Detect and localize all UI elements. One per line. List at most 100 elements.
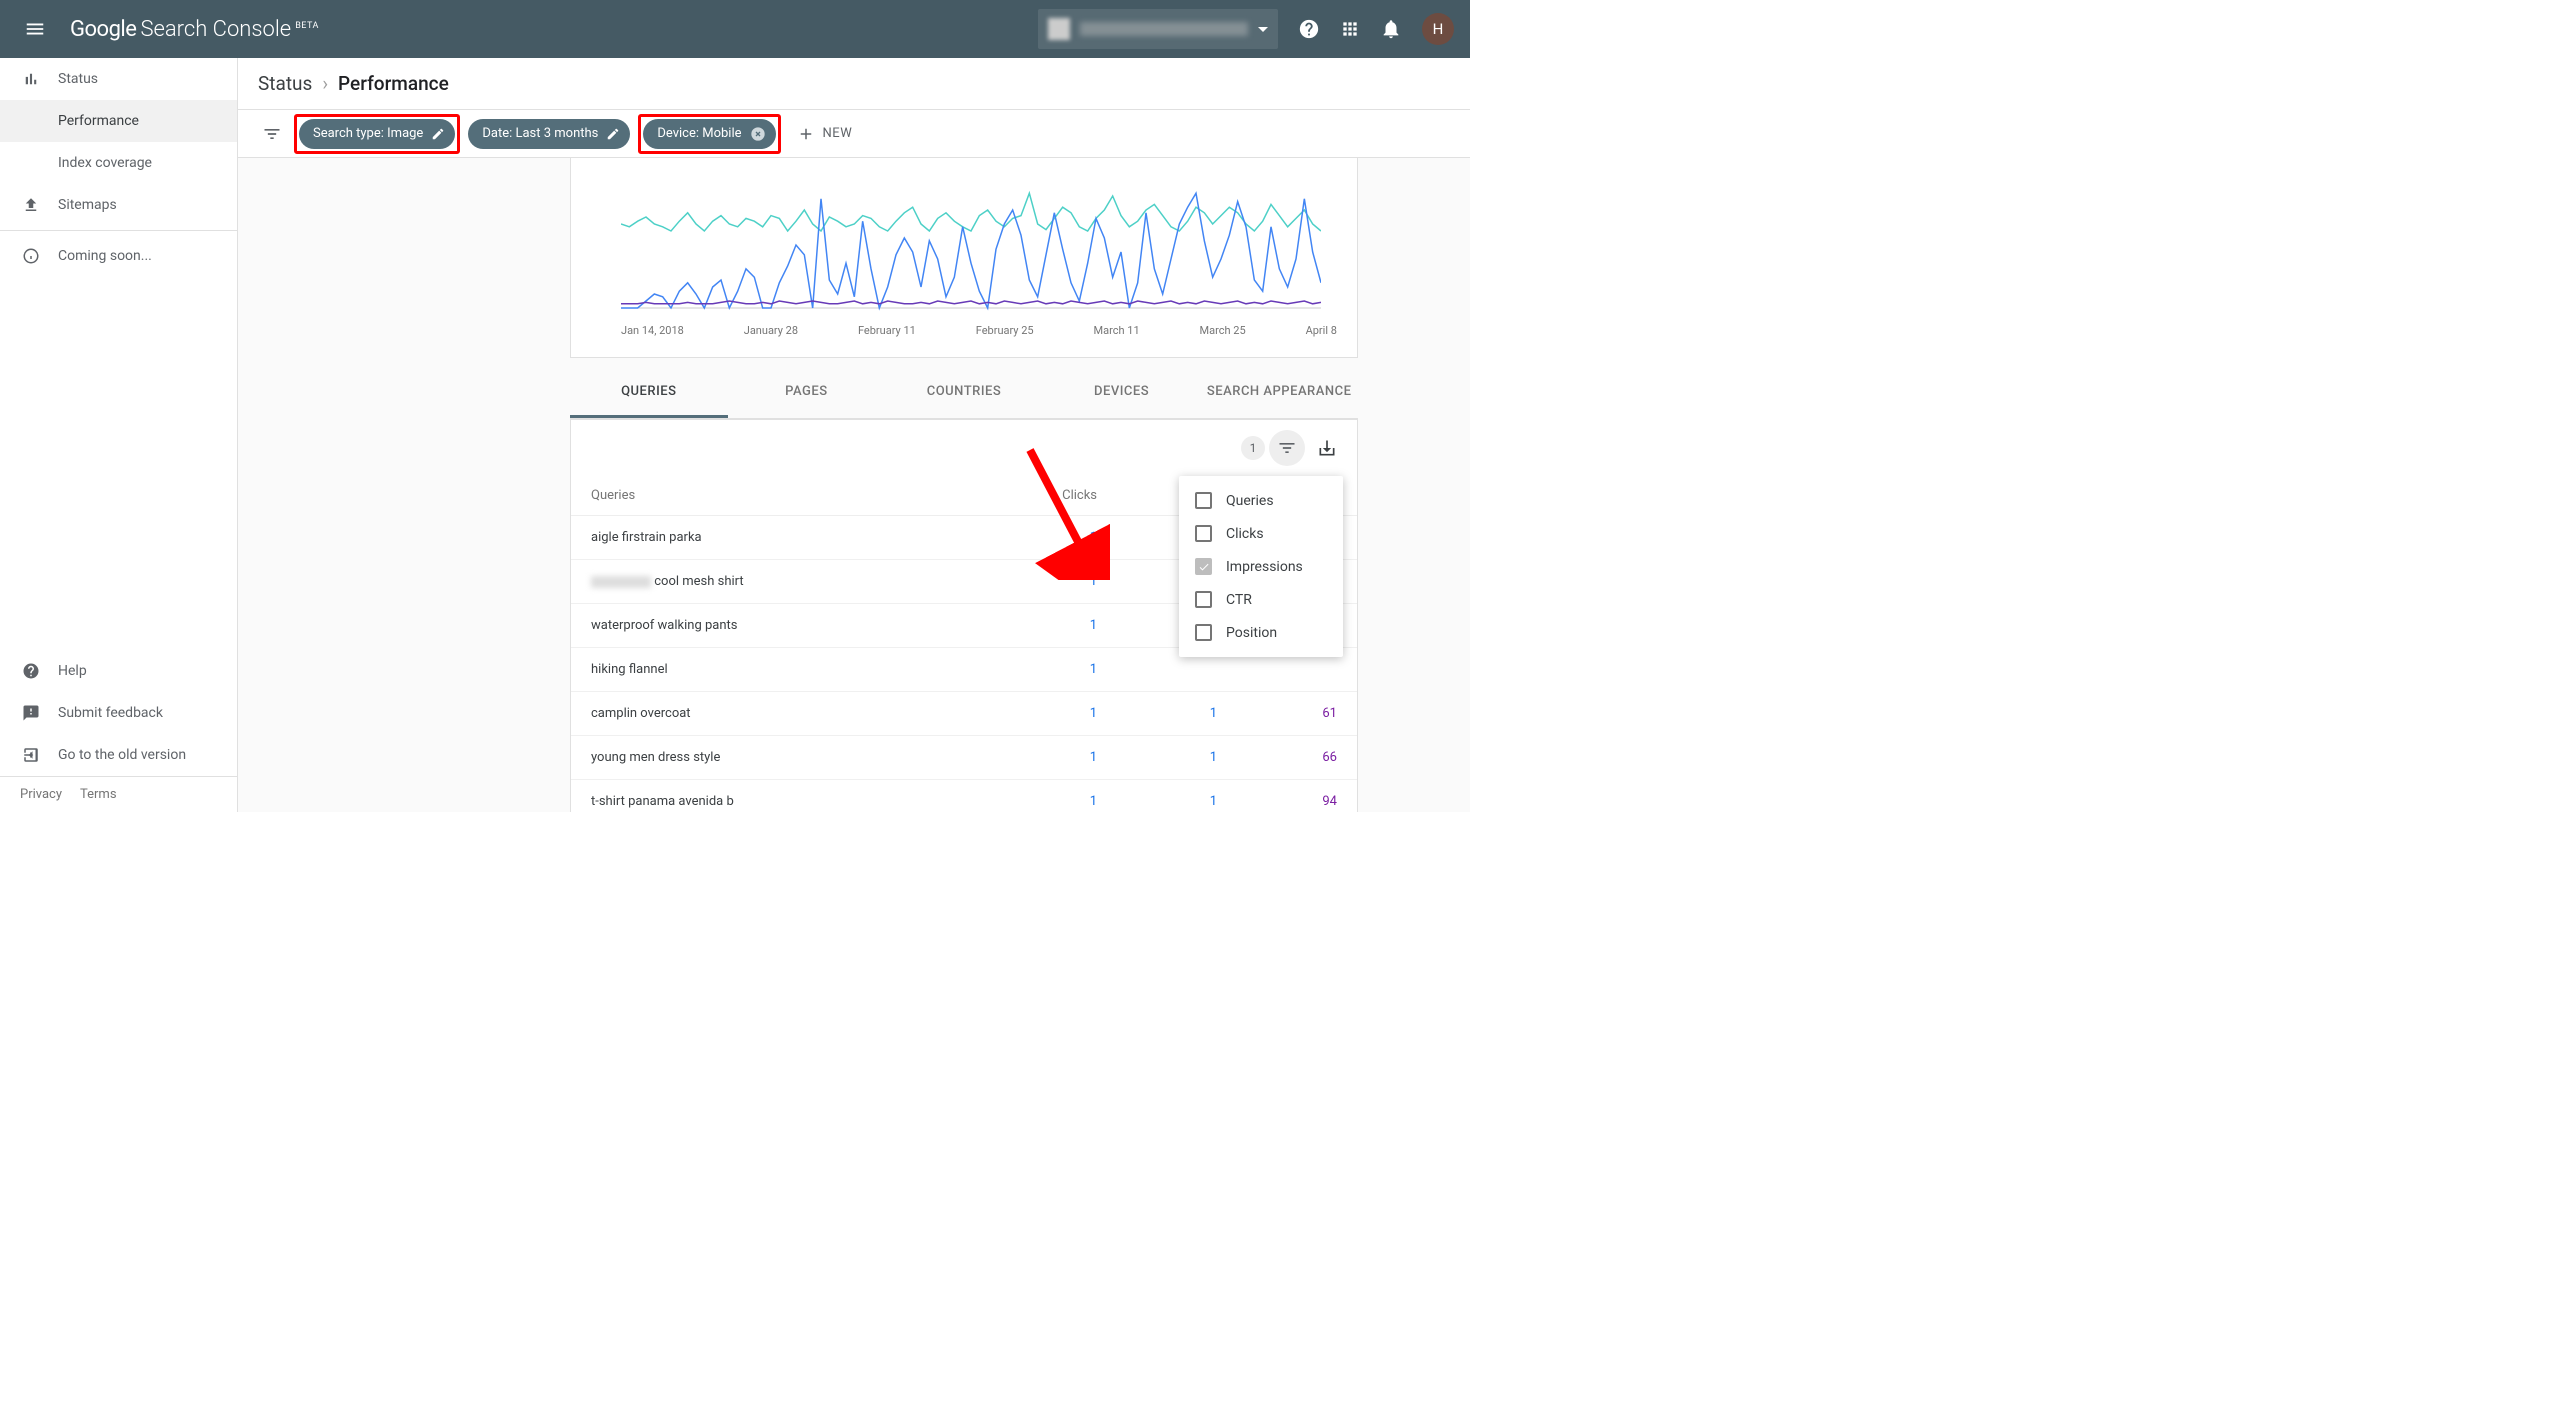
filter-option-label: Impressions bbox=[1226, 559, 1303, 575]
edit-icon bbox=[431, 127, 445, 141]
download-button[interactable] bbox=[1309, 430, 1345, 466]
col-queries[interactable]: Queries bbox=[591, 488, 977, 503]
imp-cell: 1 bbox=[1097, 706, 1217, 721]
breadcrumb-current: Performance bbox=[338, 72, 449, 95]
tab-queries[interactable]: QUERIES bbox=[570, 368, 728, 418]
chart-xlabel: April 8 bbox=[1306, 324, 1337, 337]
query-cell: hiking flannel bbox=[591, 662, 977, 677]
sidebar-item-feedback[interactable]: Submit feedback bbox=[0, 692, 237, 734]
app-header: Google Search Console BETA H bbox=[0, 0, 1470, 58]
clicks-cell: 1 bbox=[977, 706, 1097, 721]
filter-count-badge: 1 bbox=[1241, 436, 1265, 460]
logo-beta: BETA bbox=[295, 21, 319, 31]
pos-cell bbox=[1217, 662, 1337, 677]
checkbox[interactable] bbox=[1195, 525, 1212, 542]
sidebar: Status Performance Index coverage Sitema… bbox=[0, 58, 238, 812]
filter-option-queries[interactable]: Queries bbox=[1179, 484, 1343, 517]
sidebar-item-performance[interactable]: Performance bbox=[0, 100, 237, 142]
tabs: QUERIESPAGESCOUNTRIESDEVICESSEARCH APPEA… bbox=[570, 368, 1358, 419]
table-card: 1 Queries Clicks Im aigle firstrain park… bbox=[570, 419, 1358, 812]
sidebar-label: Submit feedback bbox=[58, 705, 163, 721]
close-icon bbox=[750, 126, 766, 142]
checkbox[interactable] bbox=[1195, 624, 1212, 641]
avatar[interactable]: H bbox=[1422, 13, 1454, 45]
tab-search-appearance[interactable]: SEARCH APPEARANCE bbox=[1200, 368, 1358, 418]
sidebar-item-index[interactable]: Index coverage bbox=[0, 142, 237, 184]
plus-icon bbox=[797, 125, 815, 143]
checkbox[interactable] bbox=[1195, 558, 1212, 575]
apps-icon[interactable] bbox=[1340, 19, 1360, 39]
terms-link[interactable]: Terms bbox=[80, 787, 117, 802]
privacy-link[interactable]: Privacy bbox=[20, 787, 62, 802]
chart-xlabel: February 11 bbox=[858, 324, 916, 337]
upload-icon bbox=[20, 196, 42, 214]
pos-cell: 66 bbox=[1217, 750, 1337, 765]
tab-pages[interactable]: PAGES bbox=[728, 368, 886, 418]
sidebar-footer: Privacy Terms bbox=[0, 776, 237, 812]
logo: Google Search Console BETA bbox=[70, 17, 319, 42]
chip-date[interactable]: Date: Last 3 months bbox=[468, 119, 630, 149]
col-clicks[interactable]: Clicks bbox=[977, 488, 1097, 503]
imp-cell: 1 bbox=[1097, 750, 1217, 765]
filter-option-ctr[interactable]: CTR bbox=[1179, 583, 1343, 616]
query-cell: aigle firstrain parka bbox=[591, 530, 977, 545]
property-selector[interactable] bbox=[1038, 9, 1278, 49]
sidebar-label: Index coverage bbox=[58, 155, 152, 171]
sidebar-item-help[interactable]: Help bbox=[0, 650, 237, 692]
imp-cell bbox=[1097, 662, 1217, 677]
performance-chart bbox=[621, 168, 1321, 318]
chart-xlabel: February 25 bbox=[976, 324, 1034, 337]
table-row[interactable]: t-shirt panama avenida b1194 bbox=[571, 780, 1357, 812]
checkbox[interactable] bbox=[1195, 591, 1212, 608]
filter-option-position[interactable]: Position bbox=[1179, 616, 1343, 649]
filter-option-label: Queries bbox=[1226, 493, 1274, 509]
sidebar-item-status[interactable]: Status bbox=[0, 58, 237, 100]
sidebar-item-sitemaps[interactable]: Sitemaps bbox=[0, 184, 237, 226]
checkbox[interactable] bbox=[1195, 492, 1212, 509]
table-row[interactable]: young men dress style1166 bbox=[571, 736, 1357, 780]
main-content: Status › Performance Search type: Image … bbox=[238, 58, 1470, 812]
property-name-redacted bbox=[1080, 22, 1248, 36]
help-icon[interactable] bbox=[1298, 18, 1320, 40]
sidebar-label: Performance bbox=[58, 113, 139, 129]
logo-product: Search Console bbox=[140, 17, 291, 42]
new-filter-button[interactable]: NEW bbox=[789, 125, 861, 143]
chip-label: Device: Mobile bbox=[657, 126, 741, 141]
chevron-down-icon bbox=[1258, 27, 1268, 32]
filter-option-impressions[interactable]: Impressions bbox=[1179, 550, 1343, 583]
pos-cell: 94 bbox=[1217, 794, 1337, 809]
pos-cell: 61 bbox=[1217, 706, 1337, 721]
breadcrumb: Status › Performance bbox=[238, 58, 1470, 110]
query-cell: camplin overcoat bbox=[591, 706, 977, 721]
clicks-cell: 1 bbox=[977, 750, 1097, 765]
table-filter-button[interactable] bbox=[1269, 430, 1305, 466]
clicks-cell: 1 bbox=[977, 662, 1097, 677]
breadcrumb-parent[interactable]: Status bbox=[258, 72, 312, 95]
clicks-cell: 1 bbox=[977, 618, 1097, 633]
tab-devices[interactable]: DEVICES bbox=[1043, 368, 1201, 418]
filter-option-clicks[interactable]: Clicks bbox=[1179, 517, 1343, 550]
filter-popup: Queries Clicks Impressions CTR Position bbox=[1179, 476, 1343, 657]
sidebar-label: Go to the old version bbox=[58, 747, 186, 763]
chip-search-type[interactable]: Search type: Image bbox=[299, 119, 455, 149]
table-row[interactable]: camplin overcoat1161 bbox=[571, 692, 1357, 736]
filter-icon bbox=[1277, 438, 1297, 458]
filter-icon[interactable] bbox=[258, 120, 286, 148]
filter-option-label: Position bbox=[1226, 625, 1277, 641]
logo-google: Google bbox=[70, 17, 136, 42]
imp-cell: 1 bbox=[1097, 794, 1217, 809]
chart-icon bbox=[20, 70, 42, 88]
edit-icon bbox=[606, 127, 620, 141]
notifications-icon[interactable] bbox=[1380, 18, 1402, 40]
table-toolbar: 1 bbox=[571, 420, 1357, 476]
hamburger-icon[interactable] bbox=[16, 10, 54, 48]
highlight-annotation: Device: Mobile bbox=[638, 114, 780, 154]
highlight-annotation: Search type: Image bbox=[294, 114, 460, 154]
tab-countries[interactable]: COUNTRIES bbox=[885, 368, 1043, 418]
query-cell: young men dress style bbox=[591, 750, 977, 765]
chart-card: Jan 14, 2018January 28February 11Februar… bbox=[570, 158, 1358, 358]
chip-device[interactable]: Device: Mobile bbox=[643, 119, 775, 149]
query-cell: waterproof walking pants bbox=[591, 618, 977, 633]
sidebar-item-old[interactable]: Go to the old version bbox=[0, 734, 237, 776]
exit-icon bbox=[20, 746, 42, 764]
